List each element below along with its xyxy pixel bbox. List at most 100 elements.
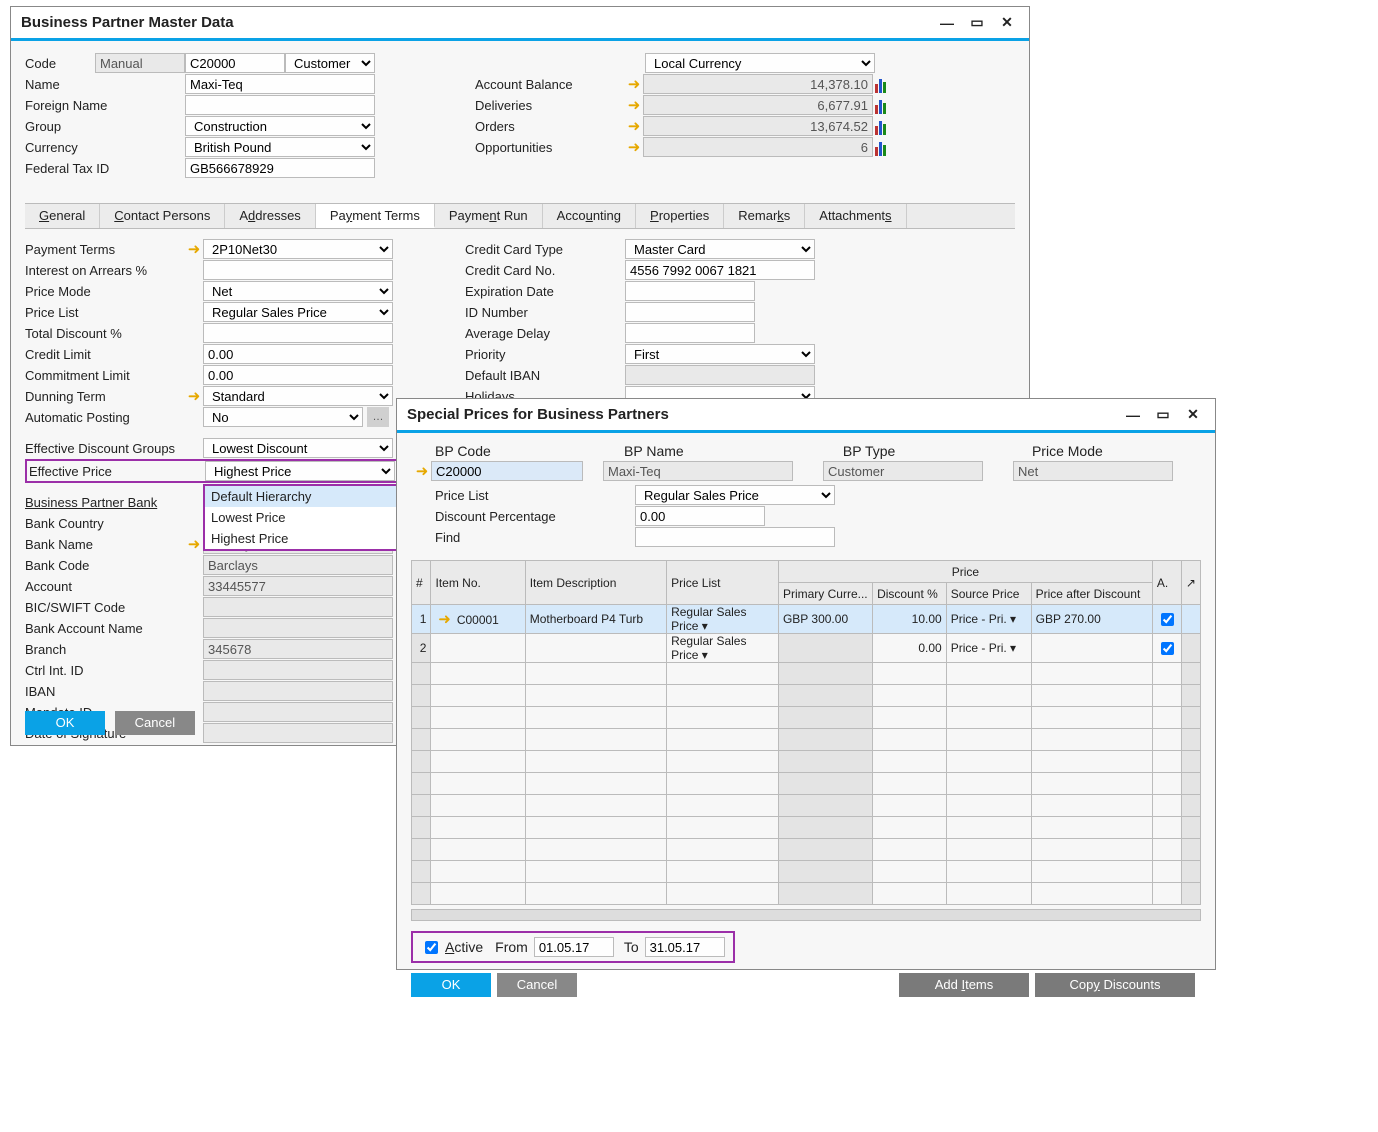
input-bic[interactable] [203, 597, 393, 617]
table-row[interactable] [412, 729, 1201, 751]
col-source-price[interactable]: Source Price [946, 583, 1031, 605]
drilldown-arrow-icon[interactable]: ➜ [185, 387, 203, 405]
drilldown-arrow-icon[interactable]: ➜ [413, 462, 431, 480]
tab-general[interactable]: General [25, 204, 100, 228]
horizontal-scrollbar[interactable] [411, 909, 1201, 921]
row-active-checkbox[interactable] [1161, 613, 1174, 626]
input-default-iban[interactable] [625, 365, 815, 385]
select-cc-type[interactable]: Master Card [625, 239, 815, 259]
select-eff-discount[interactable]: Lowest Discount [203, 438, 393, 458]
col-num[interactable]: # [412, 561, 431, 605]
maximize-button[interactable]: ▭ [965, 13, 989, 33]
ok-button[interactable]: OK [25, 711, 105, 735]
input-from-date[interactable] [534, 937, 614, 957]
tab-accounting[interactable]: Accounting [543, 204, 636, 228]
input-opportunities[interactable] [643, 137, 873, 157]
input-ctrl-int[interactable] [203, 660, 393, 680]
input-bank-code[interactable] [203, 555, 393, 575]
select-bp-type[interactable]: Customer [285, 53, 375, 73]
input-code[interactable] [185, 53, 285, 73]
drilldown-arrow-icon[interactable]: ➜ [625, 75, 643, 93]
input-credit-limit[interactable] [203, 344, 393, 364]
input-cc-exp[interactable] [625, 281, 755, 301]
drilldown-arrow-icon[interactable]: ➜ [625, 138, 643, 156]
select-price-list[interactable]: Regular Sales Price [203, 302, 393, 322]
input-tax[interactable] [185, 158, 375, 178]
col-price-list[interactable]: Price List [667, 561, 779, 605]
close-button[interactable]: ✕ [1181, 405, 1205, 425]
tab-contact-persons[interactable]: Contact Persons [100, 204, 225, 228]
table-row[interactable] [412, 839, 1201, 861]
chart-icon[interactable] [875, 75, 893, 93]
select-local-currency[interactable]: Local Currency [645, 53, 875, 73]
copy-discounts-button[interactable]: Copy Discounts [1035, 973, 1195, 997]
cancel-button[interactable]: Cancel [115, 711, 195, 735]
col-item-no[interactable]: Item No. [431, 561, 525, 605]
table-row[interactable] [412, 883, 1201, 905]
select-eff-price[interactable]: Highest Price [205, 461, 395, 481]
col-primary-currency[interactable]: Primary Curre... [778, 583, 872, 605]
table-row[interactable] [412, 795, 1201, 817]
special-prices-grid[interactable]: # Item No. Item Description Price List P… [411, 560, 1201, 905]
option-lowest-price[interactable]: Lowest Price [205, 507, 411, 528]
input-mandate[interactable] [203, 702, 393, 722]
input-find[interactable] [635, 527, 835, 547]
col-discount-pct[interactable]: Discount % [873, 583, 947, 605]
option-highest-price[interactable]: Highest Price [205, 528, 411, 549]
input-code-mode[interactable] [95, 53, 185, 73]
select-payment-terms[interactable]: 2P10Net30 [203, 239, 393, 259]
select-dunning-term[interactable]: Standard [203, 386, 393, 406]
chart-icon[interactable] [875, 138, 893, 156]
input-account-balance[interactable] [643, 74, 873, 94]
drilldown-arrow-icon[interactable]: ➜ [625, 117, 643, 135]
option-default-hierarchy[interactable]: Default Hierarchy [205, 486, 411, 507]
drilldown-arrow-icon[interactable]: ➜ [625, 96, 643, 114]
input-date-sig[interactable] [203, 723, 393, 743]
input-discount-pct[interactable] [635, 506, 765, 526]
add-items-button[interactable]: Add Items [899, 973, 1029, 997]
select-auto-posting[interactable]: No [203, 407, 363, 427]
col-price-after-discount[interactable]: Price after Discount [1031, 583, 1152, 605]
close-button[interactable]: ✕ [995, 13, 1019, 33]
table-row[interactable] [412, 707, 1201, 729]
tab-properties[interactable]: Properties [636, 204, 724, 228]
expand-icon[interactable]: ↗ [1181, 561, 1200, 605]
tab-addresses[interactable]: Addresses [225, 204, 315, 228]
drilldown-arrow-icon[interactable]: ➜ [185, 240, 203, 258]
ok-button-sp[interactable]: OK [411, 973, 491, 997]
input-name[interactable] [185, 74, 375, 94]
input-bp-code-sp[interactable] [431, 461, 583, 481]
input-iban[interactable] [203, 681, 393, 701]
input-bp-name-sp[interactable] [603, 461, 793, 481]
table-row[interactable] [412, 861, 1201, 883]
input-foreign-name[interactable] [185, 95, 375, 115]
input-to-date[interactable] [645, 937, 725, 957]
select-price-mode[interactable]: Net [203, 281, 393, 301]
input-deliveries[interactable] [643, 95, 873, 115]
tab-payment-run[interactable]: Payment Run [435, 204, 543, 228]
select-group[interactable]: Construction [185, 116, 375, 136]
maximize-button[interactable]: ▭ [1151, 405, 1175, 425]
input-account[interactable] [203, 576, 393, 596]
select-priority[interactable]: First [625, 344, 815, 364]
cancel-button-sp[interactable]: Cancel [497, 973, 577, 997]
ellipsis-icon[interactable]: … [367, 407, 389, 427]
minimize-button[interactable]: ― [1121, 405, 1145, 425]
chart-icon[interactable] [875, 96, 893, 114]
table-row[interactable] [412, 817, 1201, 839]
col-active[interactable]: A. [1152, 561, 1181, 605]
select-currency[interactable]: British Pound [185, 137, 375, 157]
input-interest[interactable] [203, 260, 393, 280]
table-row[interactable] [412, 751, 1201, 773]
table-row[interactable]: 2Regular Sales Price ▾0.00Price - Pri. ▾ [412, 634, 1201, 663]
input-bp-type-sp[interactable] [823, 461, 983, 481]
input-commitment-limit[interactable] [203, 365, 393, 385]
input-orders[interactable] [643, 116, 873, 136]
minimize-button[interactable]: ― [935, 13, 959, 33]
input-cc-no[interactable] [625, 260, 815, 280]
input-branch[interactable] [203, 639, 393, 659]
row-active-checkbox[interactable] [1161, 642, 1174, 655]
input-total-discount[interactable] [203, 323, 393, 343]
tab-remarks[interactable]: Remarks [724, 204, 805, 228]
select-price-list-sp[interactable]: Regular Sales Price [635, 485, 835, 505]
